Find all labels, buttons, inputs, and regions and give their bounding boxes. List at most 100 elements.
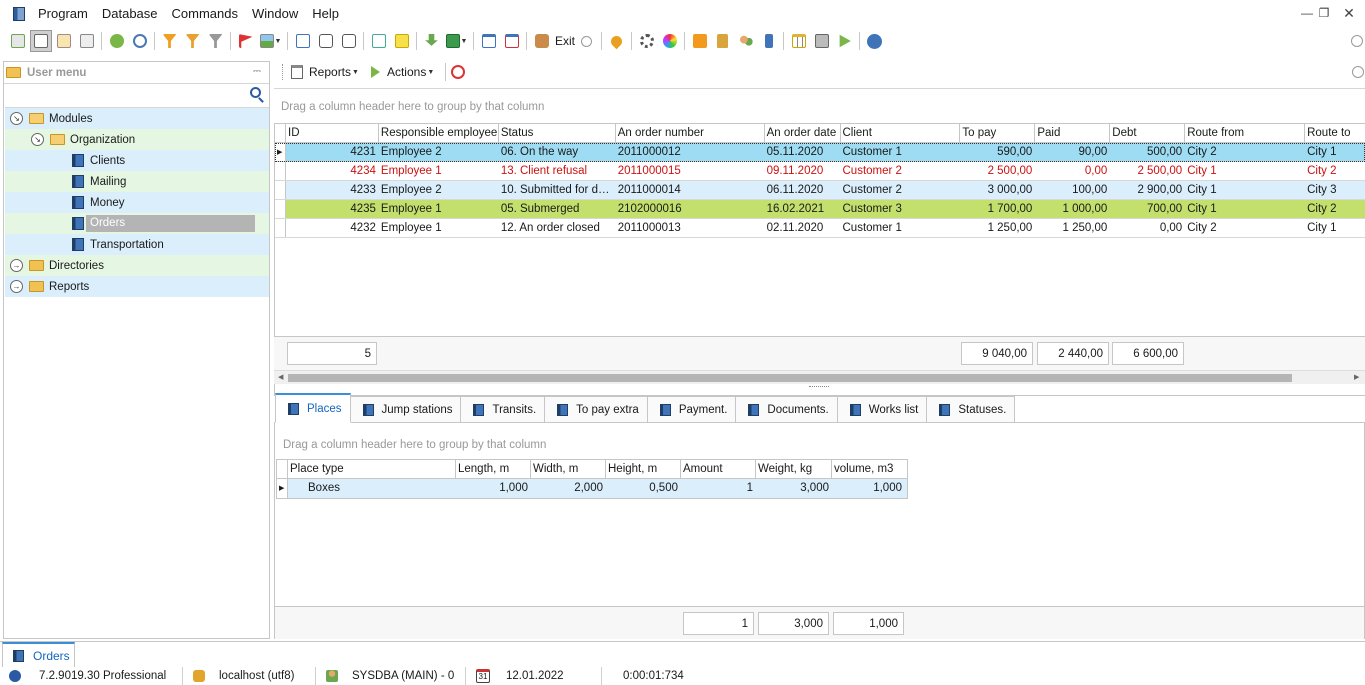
cell-order-date[interactable]: 02.11.2020 bbox=[765, 219, 841, 237]
tree-item-orders[interactable]: Orders bbox=[5, 213, 269, 234]
cell-route-to[interactable]: City 3 bbox=[1305, 181, 1365, 199]
download-icon[interactable] bbox=[421, 30, 443, 52]
actions-button[interactable]: Actions bbox=[387, 65, 426, 79]
color-palette-icon[interactable] bbox=[659, 30, 681, 52]
cell-order-date[interactable]: 09.11.2020 bbox=[765, 162, 841, 180]
tree-item-money[interactable]: Money bbox=[5, 192, 269, 213]
cell-order-number[interactable]: 2011000012 bbox=[616, 143, 765, 161]
image-icon[interactable]: ▼ bbox=[258, 30, 284, 52]
delete-record-icon[interactable] bbox=[76, 30, 98, 52]
columns-icon[interactable] bbox=[292, 30, 314, 52]
tree-item-transportation[interactable]: Transportation bbox=[5, 234, 269, 255]
table-row[interactable]: 4232 Employee 1 12. An order closed 2011… bbox=[275, 219, 1365, 238]
cell-debt[interactable]: 0,00 bbox=[1110, 219, 1185, 237]
menu-help[interactable]: Help bbox=[305, 0, 346, 27]
cell-id[interactable]: 4232 bbox=[286, 219, 379, 237]
tab-jump-stations[interactable]: Jump stations bbox=[349, 396, 462, 422]
column-header-client[interactable]: Client bbox=[841, 124, 961, 142]
edit-record-icon[interactable] bbox=[53, 30, 75, 52]
column-header-route-to[interactable]: Route to bbox=[1305, 124, 1365, 142]
cell-order-date[interactable]: 06.11.2020 bbox=[765, 181, 841, 199]
cell-paid[interactable]: 1 000,00 bbox=[1035, 200, 1110, 218]
cell-route-from[interactable]: City 1 bbox=[1185, 200, 1305, 218]
tree-item-directories[interactable]: → Directories bbox=[5, 255, 269, 276]
column-header-id[interactable]: ID bbox=[286, 124, 379, 142]
table-row[interactable]: 4234 Employee 1 13. Client refusal 20110… bbox=[275, 162, 1365, 181]
collapse-icon[interactable]: ↘ bbox=[31, 133, 44, 146]
column-header-to-pay[interactable]: To pay bbox=[960, 124, 1036, 142]
cell-route-to[interactable]: City 2 bbox=[1305, 200, 1365, 218]
cell-order-number[interactable]: 2102000016 bbox=[616, 200, 765, 218]
column-header-amount[interactable]: Amount bbox=[681, 460, 756, 478]
column-header-status[interactable]: Status bbox=[499, 124, 616, 142]
gear-icon[interactable] bbox=[636, 30, 658, 52]
column-header-place-type[interactable]: Place type bbox=[288, 460, 456, 478]
new-record-icon[interactable] bbox=[7, 30, 29, 52]
lock-icon[interactable] bbox=[712, 30, 734, 52]
cell-to-pay[interactable]: 590,00 bbox=[960, 143, 1035, 161]
cell-order-date[interactable]: 16.02.2021 bbox=[765, 200, 841, 218]
cell-to-pay[interactable]: 1 250,00 bbox=[960, 219, 1035, 237]
cell-to-pay[interactable]: 3 000,00 bbox=[960, 181, 1035, 199]
cell-id[interactable]: 4233 bbox=[286, 181, 379, 199]
expand-icon[interactable]: → bbox=[10, 259, 23, 272]
cell-client[interactable]: Customer 2 bbox=[841, 181, 961, 199]
refresh-icon[interactable] bbox=[106, 30, 128, 52]
cell-status[interactable]: 05. Submerged bbox=[499, 200, 616, 218]
cell-to-pay[interactable]: 1 700,00 bbox=[960, 200, 1035, 218]
cell-id[interactable]: 4231 bbox=[286, 143, 379, 161]
column-header-debt[interactable]: Debt bbox=[1110, 124, 1186, 142]
cell-debt[interactable]: 500,00 bbox=[1110, 143, 1185, 161]
toolbar-options-icon[interactable] bbox=[1351, 35, 1363, 47]
table-row[interactable]: 4233 Employee 2 10. Submitted for de… 20… bbox=[275, 181, 1365, 200]
cell-paid[interactable]: 100,00 bbox=[1035, 181, 1110, 199]
cell-route-from[interactable]: City 2 bbox=[1185, 143, 1305, 161]
cell-debt[interactable]: 2 500,00 bbox=[1110, 162, 1185, 180]
tree-item-reports[interactable]: → Reports bbox=[5, 276, 269, 297]
run-icon[interactable] bbox=[834, 30, 856, 52]
cell-order-number[interactable]: 2011000014 bbox=[616, 181, 765, 199]
expand-all-icon[interactable] bbox=[338, 30, 360, 52]
cell-order-number[interactable]: 2011000013 bbox=[616, 219, 765, 237]
cell-employee[interactable]: Employee 1 bbox=[379, 200, 499, 218]
filter-icon[interactable] bbox=[159, 30, 181, 52]
cell-to-pay[interactable]: 2 500,00 bbox=[960, 162, 1035, 180]
cell-height[interactable]: 0,500 bbox=[606, 479, 681, 498]
exit-arrow-icon[interactable] bbox=[576, 30, 598, 52]
scroll-left-icon[interactable]: ◀ bbox=[278, 373, 283, 381]
tree-item-modules[interactable]: ↘ Modules bbox=[5, 108, 269, 129]
print-icon[interactable] bbox=[811, 30, 833, 52]
chevron-down-icon[interactable]: ▼ bbox=[352, 69, 359, 76]
stop-icon[interactable] bbox=[451, 65, 466, 79]
note-icon[interactable] bbox=[391, 30, 413, 52]
tab-transits[interactable]: Transits. bbox=[460, 396, 546, 422]
splitter-handle[interactable] bbox=[809, 386, 829, 389]
cell-paid[interactable]: 0,00 bbox=[1035, 162, 1110, 180]
cell-place-type[interactable]: Boxes bbox=[288, 479, 456, 498]
collapse-icon[interactable]: ↘ bbox=[10, 112, 23, 125]
copy-record-icon[interactable] bbox=[29, 30, 52, 52]
export-excel-icon[interactable]: ▼ bbox=[444, 30, 470, 52]
cell-debt[interactable]: 2 900,00 bbox=[1110, 181, 1185, 199]
scrollbar-thumb[interactable] bbox=[288, 374, 1292, 382]
restore-icon[interactable]: ❐ bbox=[1313, 0, 1335, 27]
column-header-paid[interactable]: Paid bbox=[1035, 124, 1111, 142]
cell-weight[interactable]: 3,000 bbox=[756, 479, 832, 498]
cell-client[interactable]: Customer 1 bbox=[841, 143, 961, 161]
info-icon[interactable] bbox=[864, 30, 886, 52]
cell-paid[interactable]: 1 250,00 bbox=[1035, 219, 1110, 237]
cell-client[interactable]: Customer 2 bbox=[841, 162, 961, 180]
tab-statuses[interactable]: Statuses. bbox=[926, 396, 1016, 422]
tab-payment[interactable]: Payment. bbox=[646, 396, 737, 422]
menu-window[interactable]: Window bbox=[245, 0, 305, 27]
pin-icon[interactable]: ⎓ bbox=[253, 66, 261, 77]
cell-amount[interactable]: 1 bbox=[681, 479, 756, 498]
table-row[interactable]: ▶ 4231 Employee 2 06. On the way 2011000… bbox=[275, 143, 1365, 162]
cell-route-from[interactable]: City 1 bbox=[1185, 181, 1305, 199]
cell-paid[interactable]: 90,00 bbox=[1035, 143, 1110, 161]
table-row[interactable]: ▶ Boxes 1,000 2,000 0,500 1 3,000 1,000 bbox=[277, 479, 907, 498]
calendar-grid-icon[interactable] bbox=[788, 30, 810, 52]
table-row[interactable]: 4235 Employee 1 05. Submerged 2102000016… bbox=[275, 200, 1365, 219]
cell-client[interactable]: Customer 1 bbox=[841, 219, 961, 237]
cell-width[interactable]: 2,000 bbox=[531, 479, 606, 498]
